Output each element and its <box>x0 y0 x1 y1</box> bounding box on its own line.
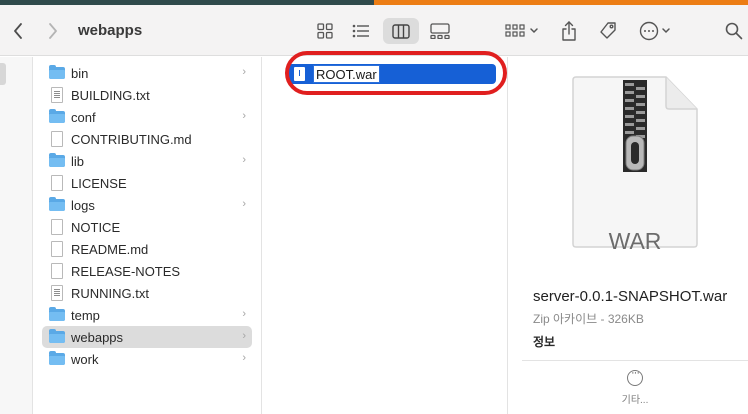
folder-icon <box>49 197 65 213</box>
file-icon-shape <box>51 175 63 191</box>
file-row-label: logs <box>71 197 95 213</box>
text-file-icon <box>49 285 65 301</box>
folder-icon-shape <box>49 329 65 343</box>
file-row-label: RUNNING.txt <box>71 285 149 301</box>
file-icon-shape <box>51 241 63 257</box>
folder-icon <box>49 153 65 169</box>
chevron-right-icon: › <box>242 352 246 364</box>
file-row-bin[interactable]: bin › <box>42 62 252 84</box>
search-icon[interactable] <box>722 19 746 43</box>
file-row-lib[interactable]: lib › <box>42 150 252 172</box>
file-row-license[interactable]: LICENSE <box>42 172 252 194</box>
folder-icon <box>49 329 65 345</box>
file-row-label: RELEASE-NOTES <box>71 263 181 279</box>
window-title: webapps <box>78 22 143 39</box>
preview-meta: Zip 아카이브 - 326KB <box>533 312 644 326</box>
chevron-right-icon: › <box>242 330 246 342</box>
column-1: bin › BUILDING.txt conf › CONTRIBUTING.md lib ›… <box>34 57 262 414</box>
chevron-right-icon: › <box>242 308 246 320</box>
column-2: ROOT.war <box>276 57 508 414</box>
file-row-label: work <box>71 351 99 367</box>
file-row-release-notes[interactable]: RELEASE-NOTES <box>42 260 252 282</box>
gallery-view-icon[interactable] <box>426 18 454 44</box>
file-row-conf[interactable]: conf › <box>42 106 252 128</box>
file-icon-shape <box>51 219 63 235</box>
group-icon[interactable] <box>501 19 543 43</box>
folder-icon-shape <box>49 65 65 79</box>
file-icon <box>49 219 65 235</box>
file-row-webapps[interactable]: webapps › <box>42 326 252 348</box>
text-file-icon-shape <box>51 285 63 301</box>
chevron-right-icon: › <box>242 198 246 210</box>
file-row-label: README.md <box>71 241 149 257</box>
folder-icon <box>49 109 65 125</box>
file-icon-shape <box>51 131 63 147</box>
file-row-label: CONTRIBUTING.md <box>71 131 192 147</box>
folder-icon-shape <box>49 351 65 365</box>
zip-archive-icon: WAR <box>570 76 700 254</box>
file-icon <box>49 131 65 147</box>
folder-icon <box>49 307 65 323</box>
more-button[interactable]: 기타... <box>606 367 664 406</box>
folder-icon-shape <box>49 307 65 321</box>
share-icon[interactable] <box>557 17 581 45</box>
folder-icon <box>49 351 65 367</box>
file-row-running-txt[interactable]: RUNNING.txt <box>42 282 252 304</box>
folder-icon-shape <box>49 197 65 211</box>
more-label: 기타... <box>621 395 649 406</box>
file-row-label: LICENSE <box>71 175 127 191</box>
file-row-label: webapps <box>71 329 124 345</box>
file-row-logs[interactable]: logs › <box>42 194 252 216</box>
folder-icon-shape <box>49 153 65 167</box>
sidebar-selection-nub <box>0 63 6 85</box>
file-row-work[interactable]: work › <box>42 348 252 370</box>
file-icon <box>49 175 65 191</box>
text-file-icon <box>49 87 65 103</box>
list-view-icon[interactable] <box>347 19 375 43</box>
chevron-right-icon[interactable] <box>44 20 62 42</box>
war-icon-label: WAR <box>608 228 662 254</box>
file-row-label: BUILDING.txt <box>71 87 150 103</box>
preview-filename: server-0.0.1-SNAPSHOT.war <box>533 288 728 305</box>
folder-icon <box>49 65 65 81</box>
chevron-right-icon: › <box>242 66 246 78</box>
folder-icon-shape <box>49 109 65 123</box>
chevron-right-icon: › <box>242 110 246 122</box>
file-row-contributing-md[interactable]: CONTRIBUTING.md <box>42 128 252 150</box>
file-icon-shape <box>51 263 63 279</box>
file-row-readme-md[interactable]: README.md <box>42 238 252 260</box>
file-row-label: lib <box>71 153 85 169</box>
file-icon <box>49 241 65 257</box>
icon-view-icon[interactable] <box>312 19 338 43</box>
file-row-label: bin <box>71 65 89 81</box>
file-row-label: conf <box>71 109 96 125</box>
preview-divider <box>522 360 748 361</box>
chevron-right-icon: › <box>242 154 246 166</box>
chevron-left-icon[interactable] <box>9 20 27 42</box>
file-row-label: temp <box>71 307 100 323</box>
text-file-icon-shape <box>51 87 63 103</box>
sidebar-edge <box>0 57 33 414</box>
more-icon[interactable] <box>636 19 676 43</box>
toolbar: webapps <box>0 5 748 56</box>
ellipsis-circle-icon <box>627 367 643 386</box>
tag-icon[interactable] <box>595 18 621 44</box>
file-row-temp[interactable]: temp › <box>42 304 252 326</box>
file-icon <box>49 263 65 279</box>
annotation-highlight <box>285 51 507 95</box>
file-row-building-txt[interactable]: BUILDING.txt <box>42 84 252 106</box>
info-heading: 정보 <box>533 335 556 349</box>
preview-pane: WAR server-0.0.1-SNAPSHOT.war Zip 아카이브 -… <box>522 57 748 414</box>
file-row-notice[interactable]: NOTICE <box>42 216 252 238</box>
file-row-label: NOTICE <box>71 219 121 235</box>
column-view-icon[interactable] <box>383 18 419 44</box>
